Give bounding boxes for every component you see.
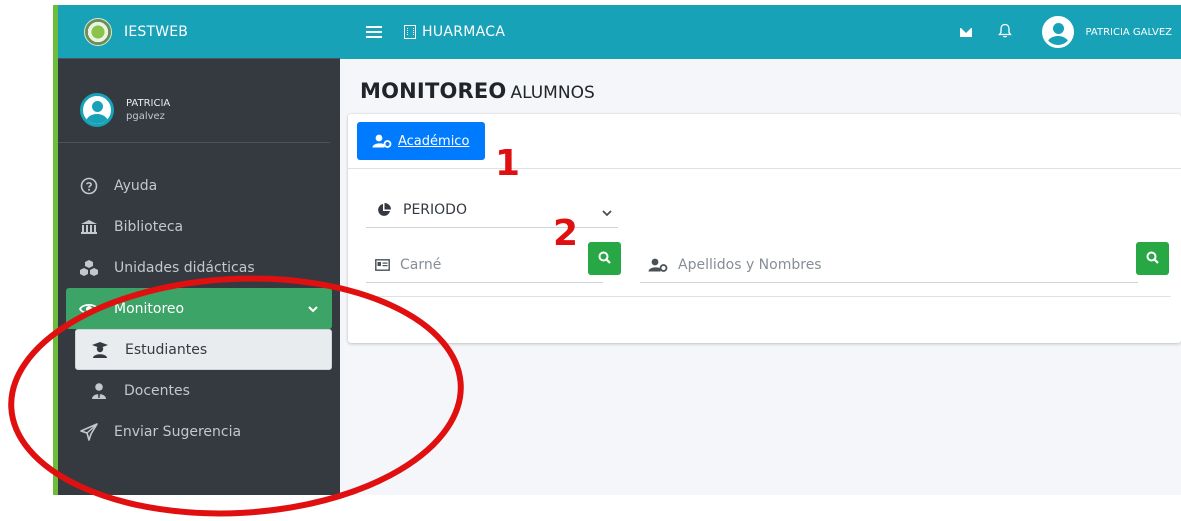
carne-input-placeholder: Carné [400,256,442,273]
teacher-icon [88,382,110,400]
institution-name[interactable]: HUARMACA [422,24,505,40]
sidebar-item-label: Estudiantes [125,341,208,358]
user-login: pgalvez [126,110,165,122]
bell-icon[interactable] [997,23,1012,42]
annotation-step-1: 1 [495,143,521,184]
apellidos-nombres-input[interactable]: Apellidos y Nombres [640,247,1138,283]
user-info: PATRICIA pgalvez [126,98,170,122]
sidebar-item-monitoreo[interactable]: Monitoreo [66,288,332,329]
sidebar-user-panel[interactable]: PATRICIA pgalvez [58,59,330,143]
sidebar-item-unidades-didacticas[interactable]: Unidades didácticas [58,247,340,288]
sidebar-item-label: Monitoreo [114,300,185,317]
id-card-icon [375,258,390,271]
graduate-icon [89,341,111,359]
eye-icon [78,302,100,316]
carne-search-button[interactable] [588,242,621,275]
brand-text: IESTWEB [124,23,189,40]
sidebar-menu: Ayuda Biblioteca Unidades didácticas Mon… [58,143,340,452]
sidebar-item-label: Ayuda [114,177,158,194]
tab-academico[interactable]: Académico [357,122,485,160]
cubes-icon [78,259,100,277]
paper-plane-icon [78,422,100,441]
nombres-search-button[interactable] [1136,242,1169,275]
sidebar-subitem-docentes[interactable]: Docentes [58,370,340,411]
annotation-step-2: 2 [553,213,579,254]
chevron-down-icon [602,205,612,221]
institution-icon [78,219,100,235]
periodo-select[interactable]: PERIODO [366,192,618,228]
sidebar-item-label: Unidades didácticas [114,259,255,276]
user-cog-icon [648,258,668,272]
sidebar-item-biblioteca[interactable]: Biblioteca [58,206,340,247]
card-divider [366,296,1171,297]
top-navbar: HUARMACA PATRICIA GALVEZ [340,5,1181,59]
tab-academico-label: Académico [398,133,470,149]
brand-link[interactable]: IESTWEB [58,5,340,59]
main-content: MONITOREO ALUMNOS Académico PERIODO Carn… [340,59,1181,495]
user-name: PATRICIA [126,97,171,109]
building-icon [404,25,416,39]
user-avatar-icon[interactable] [1041,16,1074,48]
user-avatar-icon [80,92,114,127]
menu-toggle-icon[interactable] [366,23,382,41]
brand-logo-icon [84,17,112,46]
sidebar-item-label: Enviar Sugerencia [114,423,242,440]
page-title-sub: ALUMNOS [510,83,595,103]
search-icon [598,249,611,268]
page-title: MONITOREO ALUMNOS [360,79,595,103]
card-header: Académico [348,114,1181,169]
pie-chart-icon [377,202,391,217]
question-circle-icon [78,177,100,195]
page-title-main: MONITOREO [360,79,507,103]
sidebar-subitem-estudiantes[interactable]: Estudiantes [75,329,332,370]
sidebar-item-ayuda[interactable]: Ayuda [58,165,340,206]
envelope-icon[interactable] [959,27,972,37]
navbar-right: PATRICIA GALVEZ [959,5,1181,59]
user-cog-icon [372,134,392,148]
apellidos-nombres-placeholder: Apellidos y Nombres [678,256,822,273]
topbar-user-name[interactable]: PATRICIA GALVEZ [1086,27,1172,38]
sidebar-item-label: Biblioteca [114,218,184,235]
monitoring-card: Académico PERIODO Carné Apellidos y Nomb… [348,114,1181,343]
search-icon [1146,249,1159,268]
periodo-select-value: PERIODO [403,201,467,218]
sidebar: IESTWEB PATRICIA pgalvez Ayuda Bibliotec… [53,5,340,495]
sidebar-item-label: Docentes [124,382,190,399]
app-screen: IESTWEB PATRICIA pgalvez Ayuda Bibliotec… [0,0,1181,521]
sidebar-item-enviar-sugerencia[interactable]: Enviar Sugerencia [58,411,340,452]
chevron-down-icon [308,301,318,317]
